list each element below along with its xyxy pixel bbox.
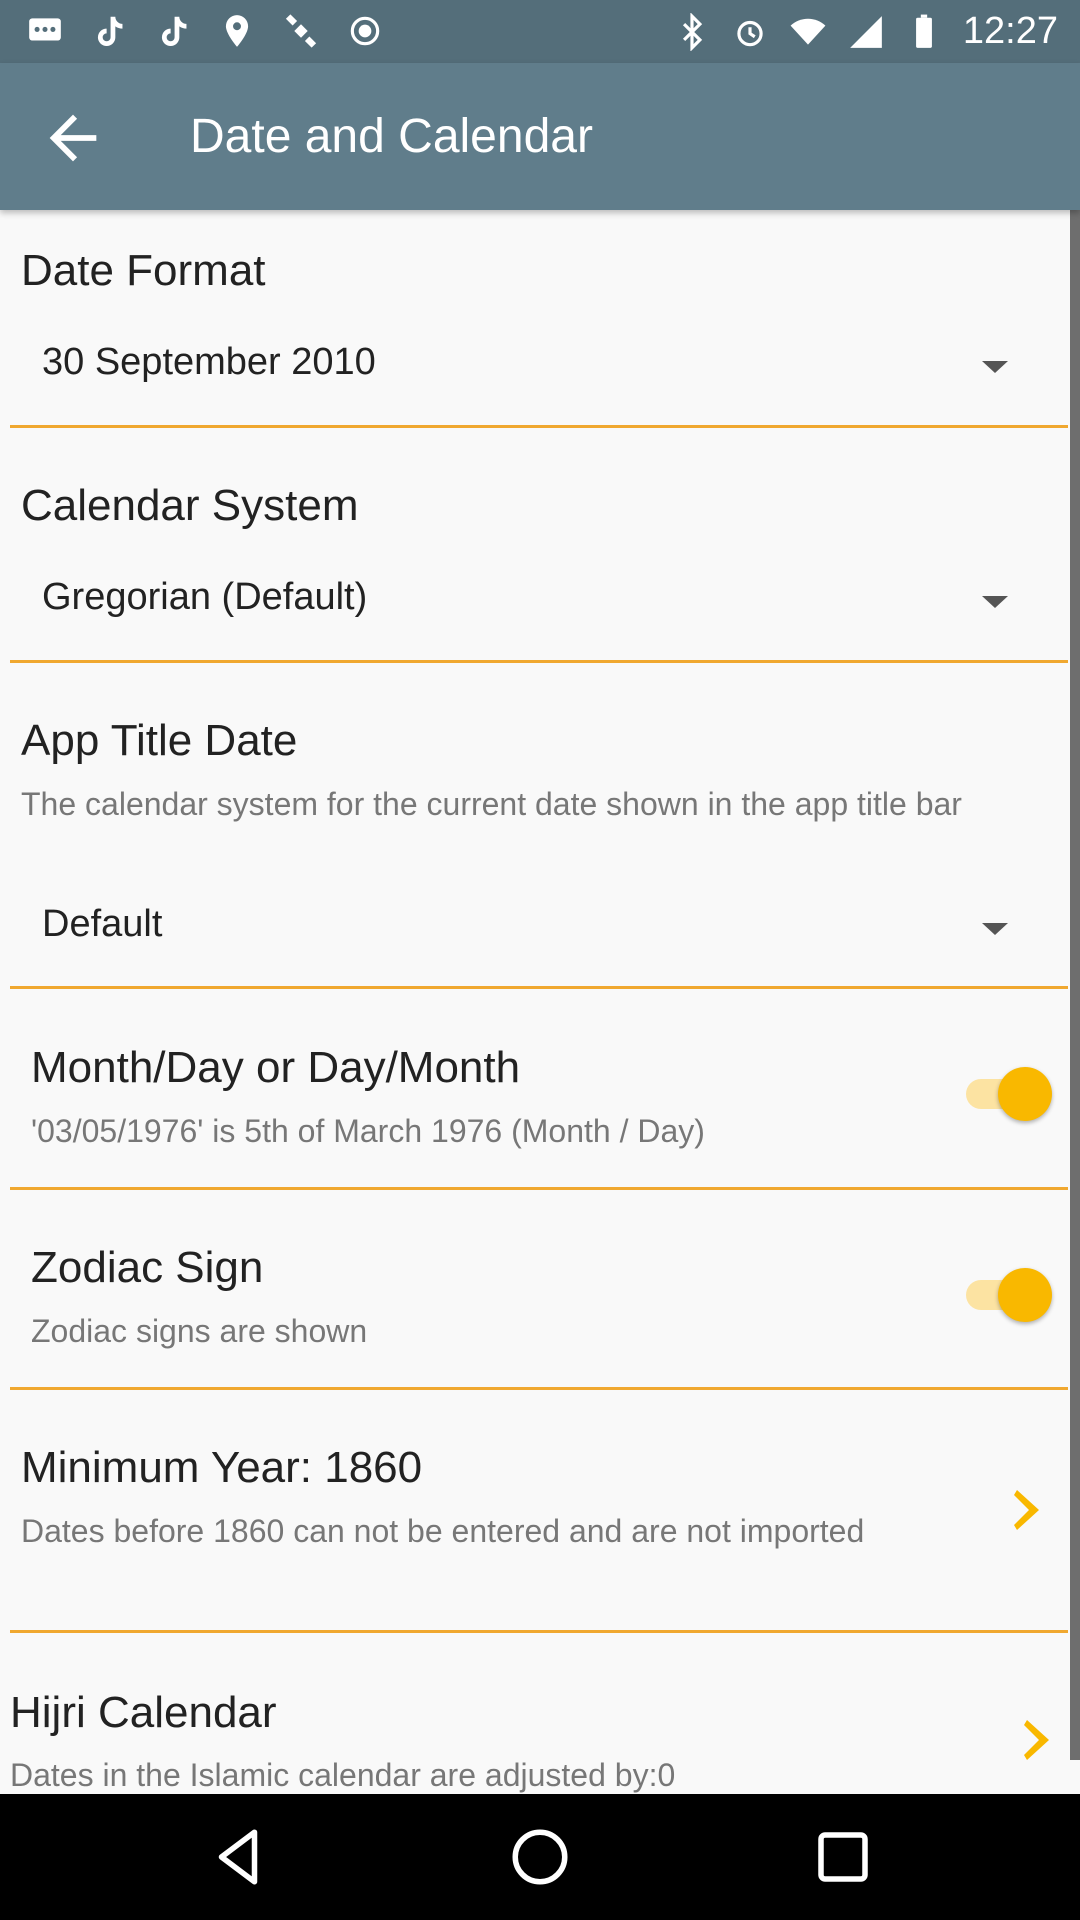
dropdown-arrow-icon [982,361,1008,373]
chevron-right-icon[interactable] [1013,1488,1043,1532]
home-circle-icon[interactable] [507,1824,573,1890]
hijri-title: Hijri Calendar [10,1688,277,1737]
battery-icon [915,14,932,48]
zodiac-setting[interactable]: Zodiac Sign Zodiac signs are shown [10,1190,1068,1390]
month-day-setting[interactable]: Month/Day or Day/Month '03/05/1976' is 5… [10,989,1068,1190]
notification-icons [26,12,384,50]
signal-icon [850,15,882,48]
alarm-icon [737,20,763,46]
tiktok-icon [161,16,187,47]
dropdown-arrow-icon [982,596,1008,608]
minimum-year-description: Dates before 1860 can not be entered and… [21,1513,865,1549]
arrow-left-icon[interactable] [38,103,108,173]
app-title-date-dropdown[interactable]: Default [10,889,1068,969]
app-title-date-value: Default [42,903,163,945]
calendar-system-setting: Calendar System Gregorian (Default) [10,428,1068,663]
zodiac-title: Zodiac Sign [31,1243,264,1292]
status-bar: 12:27 [0,0,1080,63]
minimum-year-setting[interactable]: Minimum Year: 1860 Dates before 1860 can… [10,1390,1068,1633]
app-title-date-description: The calendar system for the current date… [21,786,962,822]
page-title: Date and Calendar [190,110,593,163]
circle-icon [350,16,380,46]
app-title-date-setting: App Title Date The calendar system for t… [10,663,1068,989]
hijri-setting[interactable]: Hijri Calendar Dates in the Islamic cale… [10,1633,1068,1794]
back-triangle-icon[interactable] [205,1824,271,1890]
clock: 12:27 [962,10,1058,52]
month-day-title: Month/Day or Day/Month [31,1043,521,1092]
system-icons: 12:27 [673,10,1058,53]
bluetooth-icon [682,12,703,51]
calendar-system-title: Calendar System [21,481,359,530]
fake-gps-icon [225,15,249,47]
toggle-thumb [998,1067,1052,1121]
zodiac-toggle[interactable] [960,1264,1052,1324]
wifi-icon [790,18,826,45]
toggle-thumb [998,1268,1052,1322]
calendar-system-dropdown[interactable]: Gregorian (Default) [10,562,1068,642]
app-title-date-title: App Title Date [21,716,298,765]
chevron-right-icon[interactable] [1023,1718,1053,1762]
chat-icon [29,18,61,41]
tiktok-icon [97,16,123,47]
minimum-year-title: Minimum Year: 1860 [21,1443,423,1492]
scrollbar[interactable] [1070,210,1080,1760]
system-nav-bar [0,1794,1080,1920]
month-day-description: '03/05/1976' is 5th of March 1976 (Month… [31,1113,705,1149]
date-format-setting: Date Format 30 September 2010 [10,210,1068,428]
satellite-icon [285,14,317,48]
date-format-value: 30 September 2010 [42,341,376,383]
dropdown-arrow-icon [982,923,1008,935]
recents-square-icon[interactable] [810,1824,876,1890]
month-day-toggle[interactable] [960,1063,1052,1123]
app-bar: Date and Calendar [0,63,1080,210]
hijri-description: Dates in the Islamic calendar are adjust… [10,1757,676,1793]
zodiac-description: Zodiac signs are shown [31,1313,368,1349]
date-format-dropdown[interactable]: 30 September 2010 [10,327,1068,407]
calendar-system-value: Gregorian (Default) [42,576,368,618]
date-format-title: Date Format [21,246,266,295]
settings-list: Date Format 30 September 2010 Calendar S… [0,210,1070,1794]
